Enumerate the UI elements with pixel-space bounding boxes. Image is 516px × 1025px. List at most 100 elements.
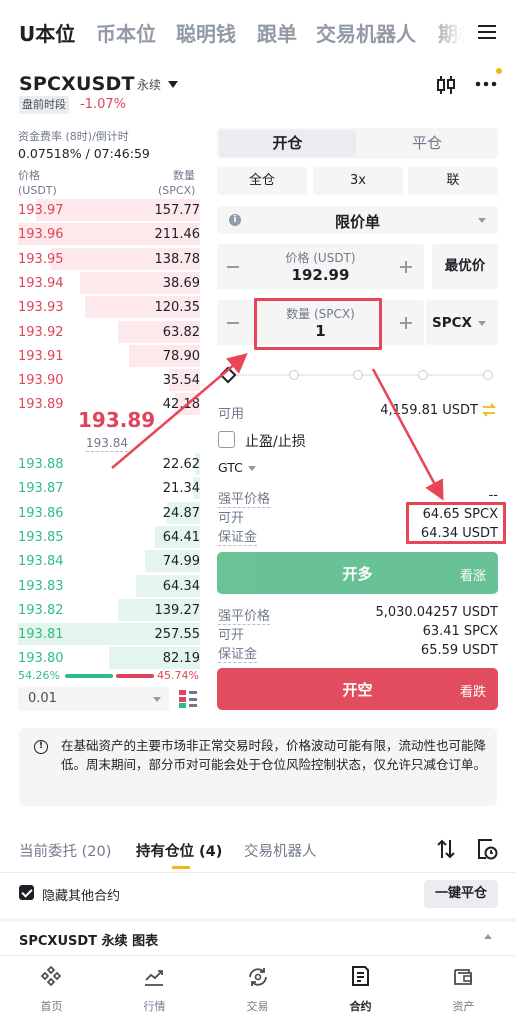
chart-section-title[interactable]: SPCXUSDT 永续 图表	[19, 930, 158, 949]
tab-open-orders[interactable]: 当前委托 (20)	[19, 840, 111, 861]
nav-assets[interactable]: 资产	[412, 956, 515, 1025]
hide-others-label[interactable]: 隐藏其他合约	[42, 885, 120, 904]
hide-others-checkbox[interactable]	[19, 885, 34, 900]
ask-row[interactable]: 193.97 157.77	[18, 199, 200, 223]
bid-row[interactable]: 193.86 24.87	[18, 501, 200, 526]
bid-quantity: 64.34	[162, 578, 200, 594]
contract-type[interactable]: 永续	[137, 76, 161, 93]
tab-usdm[interactable]: U本位	[19, 18, 75, 47]
notice-text: 在基础资产的主要市场非正常交易时段，价格波动可能有限，流动性也可能降低。周末期间…	[61, 738, 487, 772]
nav-markets[interactable]: 行情	[103, 956, 206, 1025]
open-long-label: 开多	[342, 565, 373, 583]
tpsl-checkbox[interactable]	[218, 431, 235, 448]
margin-mode-button[interactable]: 全仓	[217, 167, 307, 195]
sort-icon[interactable]	[436, 838, 456, 860]
bbo-button[interactable]: 最优价	[432, 244, 498, 289]
ask-row[interactable]: 193.91 78.90	[18, 344, 200, 369]
ask-price: 193.89	[18, 397, 64, 413]
market-type-tabs: U本位 币本位 聪明钱 跟单 交易机器人 期权	[0, 0, 516, 64]
quantity-unit-select[interactable]: SPCX	[426, 300, 498, 345]
tab-trading-bots[interactable]: 交易机器人	[316, 18, 416, 47]
ask-row[interactable]: 193.90 35.54	[18, 369, 200, 393]
ask-quantity: 38.69	[162, 275, 200, 291]
nav-futures[interactable]: 合约	[309, 956, 412, 1025]
ask-quantity: 211.46	[154, 227, 201, 243]
nav-trade-label: 交易	[246, 1000, 269, 1013]
chevron-down-icon	[478, 218, 486, 223]
tab-copy-trading[interactable]: 跟单	[257, 18, 297, 47]
time-in-force-select[interactable]: GTC	[218, 460, 256, 475]
open-short-label: 开空	[342, 681, 373, 699]
bid-row[interactable]: 193.82 139.27	[18, 598, 200, 623]
ask-price: 193.94	[18, 275, 64, 291]
bullish-label: 看涨	[459, 569, 486, 584]
bearish-label: 看跌	[459, 685, 486, 700]
ask-row[interactable]: 193.93 120.35	[18, 296, 200, 320]
ask-quantity: 35.54	[162, 373, 200, 389]
tab-close[interactable]: 平仓	[358, 130, 496, 157]
bid-price: 193.86	[18, 505, 64, 521]
slider-mark-100[interactable]	[483, 370, 493, 380]
bid-row[interactable]: 193.83 64.34	[18, 574, 200, 599]
bid-row[interactable]: 193.81 257.55	[18, 623, 200, 647]
bid-quantity: 21.34	[162, 481, 200, 497]
chevron-down-icon[interactable]	[168, 81, 178, 88]
price-input[interactable]: 价格 (USDT) 192.99	[217, 244, 424, 289]
slider-mark-50[interactable]	[353, 370, 363, 380]
orderbook-layout-icon[interactable]	[178, 689, 198, 709]
more-icon[interactable]	[474, 80, 498, 88]
chevron-down-icon	[153, 697, 161, 702]
leverage-button[interactable]: 3x	[313, 167, 403, 195]
price-increase-icon[interactable]	[400, 261, 412, 273]
position-mode-button[interactable]: 联	[408, 167, 498, 195]
ask-price: 193.92	[18, 324, 64, 340]
tab-smart-money[interactable]: 聪明钱	[176, 18, 236, 47]
order-history-icon[interactable]	[476, 838, 498, 860]
tab-coinm[interactable]: 币本位	[96, 18, 156, 47]
ask-row[interactable]: 193.94 38.69	[18, 271, 200, 296]
ask-row[interactable]: 193.92 63.82	[18, 320, 200, 345]
chevron-up-icon[interactable]	[484, 934, 492, 939]
bid-price: 193.83	[18, 578, 64, 594]
ask-price: 193.96	[18, 227, 64, 243]
price-input-label: 价格 (USDT)	[285, 251, 356, 265]
nav-home[interactable]: 首页	[0, 956, 103, 1025]
short-max-open-label: 可开	[218, 628, 245, 643]
tabs-divider	[0, 872, 516, 873]
nav-markets-label: 行情	[143, 1000, 166, 1013]
tpsl-label[interactable]: 止盈/止损	[245, 431, 306, 451]
bid-price: 193.84	[18, 554, 64, 570]
open-short-button[interactable]: 开空 看跌	[217, 668, 498, 710]
precision-select[interactable]: 0.01	[18, 687, 169, 711]
notification-dot	[496, 68, 502, 74]
ask-row[interactable]: 193.95 138.78	[18, 247, 200, 272]
order-type-select[interactable]: i 限价单	[217, 206, 498, 234]
bid-row[interactable]: 193.85 64.41	[18, 525, 200, 550]
tab-open[interactable]: 开仓	[219, 130, 356, 157]
price-input-value[interactable]: 192.99	[217, 266, 424, 284]
menu-icon[interactable]	[470, 14, 502, 50]
slider-mark-75[interactable]	[418, 370, 428, 380]
mark-price[interactable]: 193.84	[86, 436, 128, 452]
trading-hours-notice: ! 在基础资产的主要市场非正常交易时段，价格波动可能有限，流动性也可能降低。周末…	[19, 728, 497, 806]
ask-row[interactable]: 193.96 211.46	[18, 223, 200, 247]
last-price[interactable]: 193.89	[78, 408, 155, 432]
bid-row[interactable]: 193.87 21.34	[18, 477, 200, 501]
open-long-button[interactable]: 开多 看涨	[217, 552, 498, 594]
slider-handle[interactable]	[219, 366, 237, 384]
pair-symbol[interactable]: SPCXUSDT	[19, 73, 135, 95]
close-all-button[interactable]: 一键平仓	[424, 880, 498, 908]
annotation-arrow-open	[371, 368, 444, 501]
transfer-icon[interactable]	[481, 402, 497, 418]
bid-row[interactable]: 193.80 82.19	[18, 647, 200, 671]
tab-bots[interactable]: 交易机器人	[244, 840, 317, 861]
quantity-increase-icon[interactable]	[400, 317, 412, 329]
nav-trade[interactable]: 交易	[206, 956, 309, 1025]
bid-quantity: 82.19	[162, 651, 200, 667]
candlestick-chart-icon[interactable]	[435, 73, 457, 97]
slider-mark-25[interactable]	[289, 370, 299, 380]
tab-positions[interactable]: 持有仓位 (4)	[136, 840, 222, 861]
bid-row[interactable]: 193.84 74.99	[18, 550, 200, 574]
ask-price: 193.93	[18, 300, 64, 316]
bid-row[interactable]: 193.88 22.62	[18, 453, 200, 477]
